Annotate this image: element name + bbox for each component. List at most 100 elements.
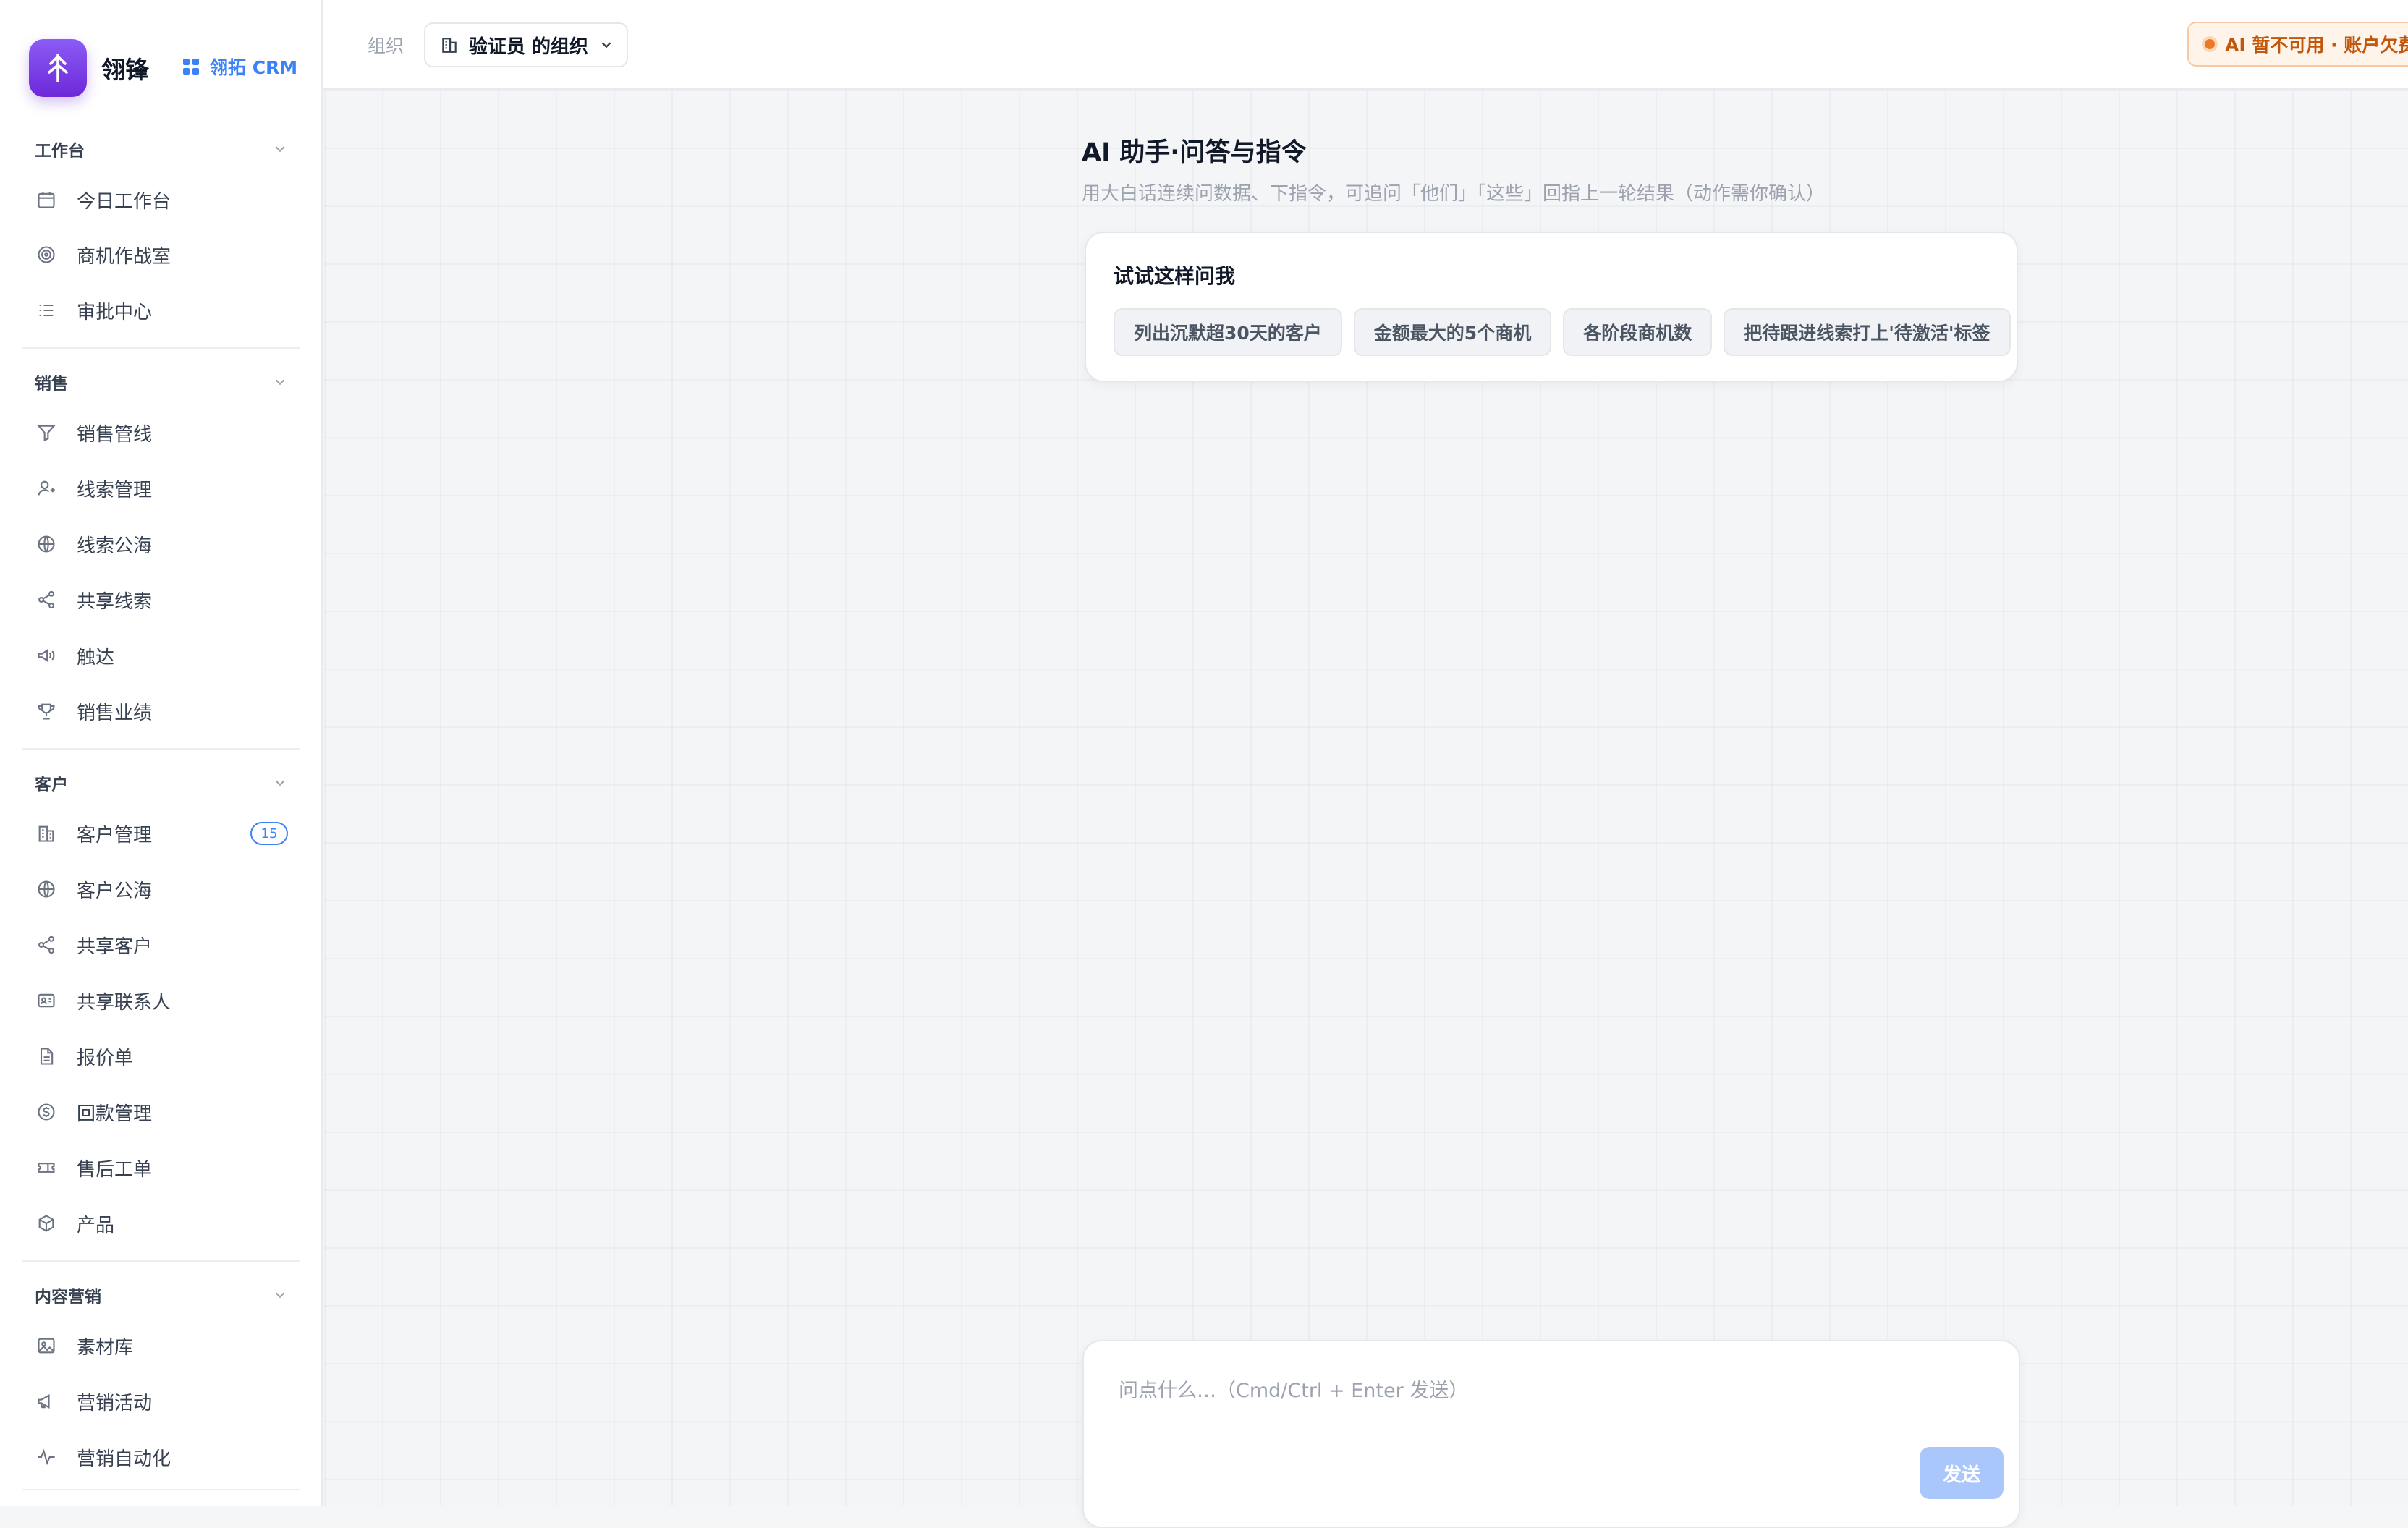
sidebar-item-shared-leads[interactable]: 共享线索	[35, 581, 288, 619]
share-icon	[35, 588, 58, 611]
sidebar-item-shared-customers[interactable]: 共享客户	[35, 926, 288, 964]
chevron-down-icon	[275, 379, 285, 386]
section-title: 客户	[35, 776, 68, 794]
sidebar-item-label: 触达	[77, 646, 115, 668]
globe-icon	[35, 878, 58, 901]
sidebar-item-label: 今日工作台	[77, 190, 171, 213]
count-badge: 15	[250, 822, 288, 845]
sidebar-item-label: 营销活动	[77, 1392, 153, 1414]
section-content-marketing[interactable]: 内容营销	[35, 1281, 288, 1310]
crm-label: 翎拓 CRM	[210, 57, 298, 78]
sidebar-item-reach[interactable]: 触达	[35, 637, 288, 674]
suggestion-chip[interactable]: 各阶段商机数	[1563, 308, 1713, 356]
sidebar-item-assets[interactable]: 素材库	[35, 1327, 288, 1364]
id-card-icon	[35, 989, 58, 1012]
list-check-icon	[35, 299, 58, 322]
sidebar-item-label: 共享联系人	[77, 991, 171, 1014]
org-selector[interactable]: 验证员 的组织	[424, 22, 628, 67]
sidebar-item-label: 产品	[77, 1214, 115, 1236]
divider	[22, 347, 300, 349]
divider	[22, 1489, 300, 1490]
crm-switch-link[interactable]: 翎拓 CRM	[182, 54, 297, 80]
document-icon	[35, 1045, 58, 1068]
suggestion-chip[interactable]: 列出沉默超30天的客户	[1114, 308, 1342, 356]
sidebar-item-label: 线索公海	[77, 535, 153, 557]
chat-composer: 发送	[1082, 1340, 2020, 1528]
chevron-down-icon	[275, 1292, 285, 1299]
sidebar-item-campaigns[interactable]: 营销活动	[35, 1383, 288, 1420]
sidebar-item-war-room[interactable]: 商机作战室	[35, 236, 288, 273]
divider	[22, 748, 300, 750]
sidebar-item-label: 营销自动化	[77, 1448, 171, 1470]
tree-logo-icon	[29, 39, 87, 97]
send-button[interactable]: 发送	[1920, 1447, 2004, 1499]
sidebar-item-label: 报价单	[77, 1047, 134, 1069]
megaphone-icon	[35, 1390, 58, 1413]
sidebar-item-customer-pool[interactable]: 客户公海	[35, 870, 288, 908]
building-icon	[442, 38, 457, 53]
building-icon	[35, 822, 58, 845]
sidebar-item-label: 素材库	[77, 1336, 134, 1359]
section-title: 销售	[35, 375, 68, 394]
section-title: 工作台	[35, 142, 85, 161]
sidebar-item-shared-contacts[interactable]: 共享联系人	[35, 982, 288, 1019]
section-workbench[interactable]: 工作台	[35, 135, 288, 164]
ai-status-text: AI 暂不可用 · 账户欠费	[2225, 35, 2408, 56]
section-customers[interactable]: 客户	[35, 768, 288, 797]
calendar-icon	[35, 188, 58, 211]
ai-status-badge[interactable]: AI 暂不可用 · 账户欠费	[2187, 22, 2408, 67]
suggestion-chips: 列出沉默超30天的客户 金额最大的5个商机 各阶段商机数 把待跟进线索打上'待激…	[1114, 308, 2022, 356]
sidebar-item-label: 共享客户	[77, 935, 153, 958]
suggestions-title: 试试这样问我	[1114, 264, 1236, 288]
sidebar-item-lead-pool[interactable]: 线索公海	[35, 525, 288, 563]
sidebar-item-label: 回款管理	[77, 1103, 153, 1125]
brand[interactable]: 翎锋	[29, 39, 149, 97]
suggestion-chip[interactable]: 把待跟进线索打上'待激活'标签	[1724, 308, 2011, 356]
sidebar-item-label: 销售业绩	[77, 702, 153, 724]
sidebar-item-products[interactable]: 产品	[35, 1205, 288, 1242]
activity-icon	[35, 1446, 58, 1469]
sidebar-item-label: 共享线索	[77, 590, 153, 613]
sidebar-item-label: 客户公海	[77, 880, 153, 902]
sidebar-item-label: 审批中心	[77, 301, 153, 323]
sidebar-item-customer-mgmt[interactable]: 客户管理 15	[35, 815, 288, 852]
sidebar-item-label: 线索管理	[77, 479, 153, 501]
sidebar-item-label: 商机作战室	[77, 245, 171, 268]
sidebar-item-payments[interactable]: 回款管理	[35, 1093, 288, 1131]
suggestions-card: 试试这样问我 列出沉默超30天的客户 金额最大的5个商机 各阶段商机数 把待跟进…	[1085, 232, 2018, 382]
page-title: AI 助手·问答与指令	[1082, 138, 1307, 167]
top-bar: 组织 验证员 的组织 AI 暂不可用 · 账户欠费	[323, 0, 2408, 90]
status-dot-icon	[2205, 39, 2215, 49]
sidebar-item-automation[interactable]: 营销自动化	[35, 1438, 288, 1476]
divider	[22, 1260, 300, 1262]
chevron-down-icon	[275, 146, 285, 153]
dollar-circle-icon	[35, 1100, 58, 1124]
funnel-icon	[35, 421, 58, 444]
org-label: 组织	[368, 35, 404, 56]
globe-icon	[35, 532, 58, 556]
ticket-icon	[35, 1156, 58, 1179]
box-icon	[35, 1212, 58, 1235]
org-name: 验证员 的组织	[469, 35, 589, 58]
section-sales[interactable]: 销售	[35, 368, 288, 396]
sidebar-item-quotes[interactable]: 报价单	[35, 1037, 288, 1075]
question-input[interactable]	[1117, 1373, 1974, 1448]
sidebar-item-approval[interactable]: 审批中心	[35, 292, 288, 329]
trophy-icon	[35, 700, 58, 723]
brand-name: 翎锋	[101, 56, 149, 84]
chevron-down-icon	[601, 42, 611, 48]
user-icon	[35, 477, 58, 500]
sidebar-item-today[interactable]: 今日工作台	[35, 181, 288, 218]
target-icon	[35, 243, 58, 266]
grid-icon	[183, 59, 199, 75]
sidebar-item-leads[interactable]: 线索管理	[35, 470, 288, 507]
megaphone-icon	[35, 644, 58, 667]
sidebar-item-after-sales[interactable]: 售后工单	[35, 1149, 288, 1187]
sidebar-item-label: 销售管线	[77, 423, 153, 446]
suggestion-chip[interactable]: 金额最大的5个商机	[1353, 308, 1552, 356]
sidebar-item-performance[interactable]: 销售业绩	[35, 692, 288, 730]
sidebar-item-pipeline[interactable]: 销售管线	[35, 414, 288, 451]
sidebar: 翎锋 翎拓 CRM 工作台 今日工作台 商机作战室 审批中心 销售 销售管线 线…	[0, 0, 323, 1506]
sidebar-item-label: 售后工单	[77, 1158, 153, 1181]
share-icon	[35, 933, 58, 956]
